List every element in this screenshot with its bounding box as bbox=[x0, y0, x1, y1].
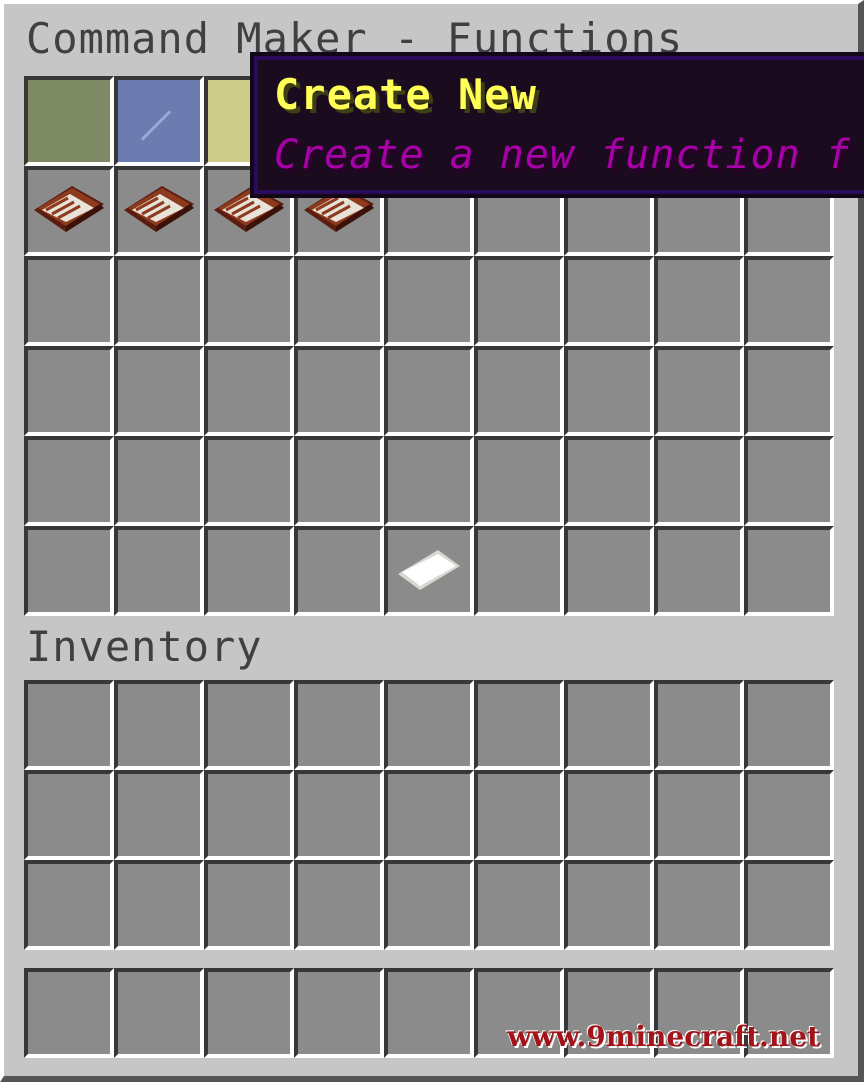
inventory-slot[interactable] bbox=[114, 860, 204, 950]
menu-slot[interactable] bbox=[114, 346, 204, 436]
inventory-slot[interactable] bbox=[654, 680, 744, 770]
menu-slot[interactable] bbox=[474, 526, 564, 616]
inventory-slot[interactable] bbox=[474, 770, 564, 860]
inventory-slot[interactable] bbox=[24, 770, 114, 860]
menu-slot[interactable] bbox=[24, 346, 114, 436]
inventory-slot[interactable] bbox=[384, 680, 474, 770]
hotbar-slot[interactable] bbox=[384, 968, 474, 1058]
inventory-slot[interactable] bbox=[204, 770, 294, 860]
menu-slot[interactable] bbox=[564, 436, 654, 526]
menu-slot[interactable] bbox=[744, 436, 834, 526]
menu-slot[interactable] bbox=[744, 346, 834, 436]
paper-icon bbox=[398, 550, 460, 590]
inventory-title: Inventory bbox=[26, 622, 263, 671]
inventory-slot[interactable] bbox=[744, 860, 834, 950]
menu-slot[interactable] bbox=[204, 526, 294, 616]
hotbar-slot[interactable] bbox=[114, 968, 204, 1058]
menu-slot[interactable] bbox=[564, 346, 654, 436]
inventory-slot[interactable] bbox=[114, 680, 204, 770]
menu-slot[interactable] bbox=[24, 436, 114, 526]
menu-slot[interactable] bbox=[114, 436, 204, 526]
book-icon bbox=[124, 186, 194, 232]
menu-slot[interactable] bbox=[204, 346, 294, 436]
inventory-slot[interactable] bbox=[294, 680, 384, 770]
inventory-slot[interactable] bbox=[744, 680, 834, 770]
menu-slot[interactable] bbox=[294, 526, 384, 616]
item-tooltip: Create New Create a new function f bbox=[250, 52, 864, 198]
menu-slot[interactable] bbox=[384, 346, 474, 436]
menu-slot[interactable] bbox=[24, 166, 114, 256]
menu-slot[interactable] bbox=[114, 256, 204, 346]
inventory-slot[interactable] bbox=[744, 770, 834, 860]
menu-slot[interactable] bbox=[384, 526, 474, 616]
inventory-slot[interactable] bbox=[24, 680, 114, 770]
menu-slot[interactable] bbox=[384, 256, 474, 346]
inventory-slot[interactable] bbox=[654, 770, 744, 860]
blue-stained-glass-pane-button[interactable] bbox=[114, 76, 204, 166]
menu-slot[interactable] bbox=[744, 256, 834, 346]
menu-slot[interactable] bbox=[654, 436, 744, 526]
menu-slot[interactable] bbox=[564, 526, 654, 616]
menu-slot[interactable] bbox=[294, 256, 384, 346]
inventory-slot[interactable] bbox=[24, 860, 114, 950]
hotbar-slot[interactable] bbox=[294, 968, 384, 1058]
inventory-slot[interactable] bbox=[564, 860, 654, 950]
menu-slot[interactable] bbox=[744, 526, 834, 616]
hotbar-slot[interactable] bbox=[204, 968, 294, 1058]
menu-slot[interactable] bbox=[24, 256, 114, 346]
book-icon bbox=[34, 186, 104, 232]
menu-slot[interactable] bbox=[474, 436, 564, 526]
hotbar-slot[interactable] bbox=[24, 968, 114, 1058]
menu-slot[interactable] bbox=[114, 526, 204, 616]
menu-slot[interactable] bbox=[204, 436, 294, 526]
player-inventory-grid bbox=[24, 680, 834, 950]
menu-slot[interactable] bbox=[204, 256, 294, 346]
tooltip-description: Create a new function f bbox=[274, 132, 851, 178]
inventory-slot[interactable] bbox=[384, 770, 474, 860]
menu-slot[interactable] bbox=[294, 346, 384, 436]
menu-slot[interactable] bbox=[384, 436, 474, 526]
menu-slot[interactable] bbox=[474, 346, 564, 436]
inventory-slot[interactable] bbox=[654, 860, 744, 950]
inventory-slot[interactable] bbox=[204, 680, 294, 770]
menu-slot[interactable] bbox=[654, 256, 744, 346]
green-stained-glass-pane-button[interactable] bbox=[24, 76, 114, 166]
inventory-slot[interactable] bbox=[384, 860, 474, 950]
menu-slot[interactable] bbox=[474, 256, 564, 346]
menu-slot[interactable] bbox=[114, 166, 204, 256]
tooltip-title: Create New bbox=[274, 70, 537, 119]
inventory-slot[interactable] bbox=[474, 860, 564, 950]
watermark: www.9minecraft.net bbox=[507, 1020, 820, 1053]
menu-slot[interactable] bbox=[654, 526, 744, 616]
menu-slot[interactable] bbox=[564, 256, 654, 346]
inventory-slot[interactable] bbox=[564, 770, 654, 860]
menu-slot[interactable] bbox=[654, 346, 744, 436]
inventory-slot[interactable] bbox=[204, 860, 294, 950]
inventory-slot[interactable] bbox=[564, 680, 654, 770]
inventory-slot[interactable] bbox=[294, 860, 384, 950]
inventory-slot[interactable] bbox=[114, 770, 204, 860]
menu-slot[interactable] bbox=[294, 436, 384, 526]
inventory-slot[interactable] bbox=[294, 770, 384, 860]
inventory-slot[interactable] bbox=[474, 680, 564, 770]
menu-slot[interactable] bbox=[24, 526, 114, 616]
